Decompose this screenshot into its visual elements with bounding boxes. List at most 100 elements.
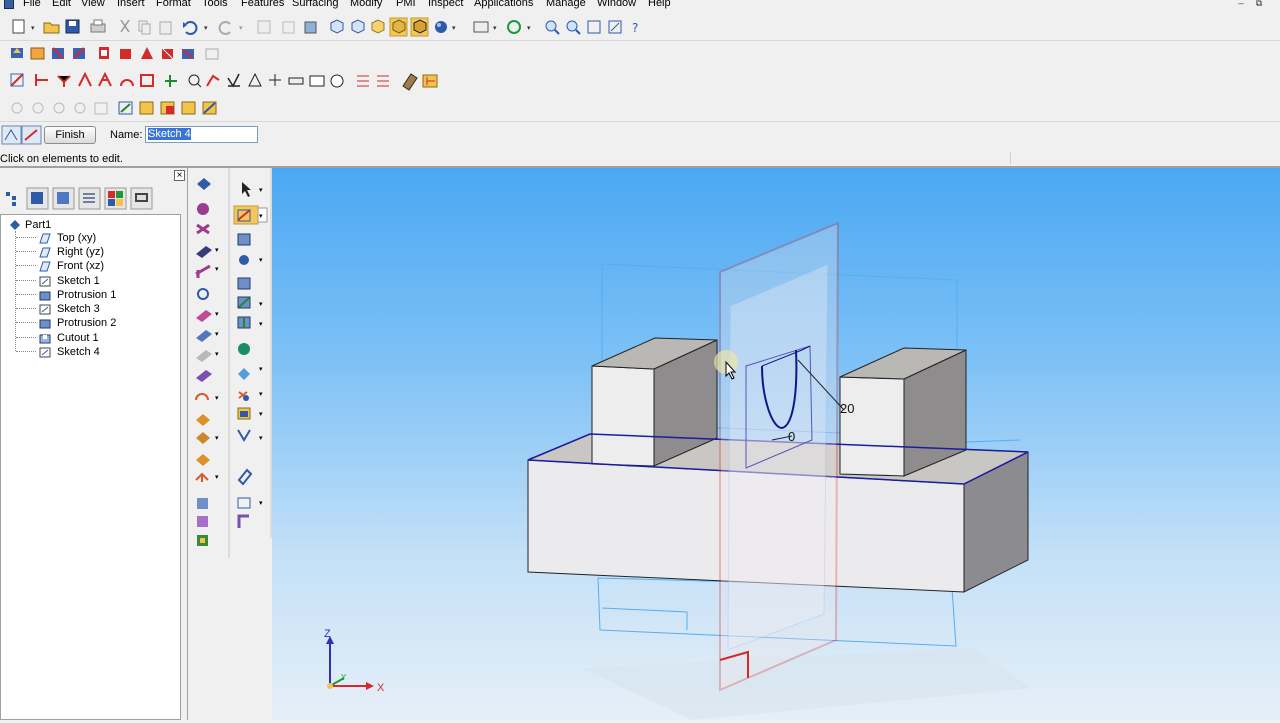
view-orient-1-icon[interactable] <box>330 19 344 34</box>
paste-icon[interactable] <box>159 21 172 35</box>
grid-1-icon[interactable] <box>357 75 369 87</box>
feature-g-icon[interactable] <box>139 101 154 115</box>
relate-6-icon[interactable] <box>140 74 154 87</box>
relate-1-icon[interactable] <box>35 74 48 86</box>
dimension-7-icon[interactable] <box>288 77 304 85</box>
zoom-icon[interactable] <box>566 20 581 35</box>
draw-line-icon[interactable] <box>10 73 24 87</box>
tool-g-icon[interactable] <box>141 47 153 59</box>
dimension-value-20[interactable]: 20 <box>840 401 854 416</box>
dimension-8-icon[interactable] <box>309 75 325 87</box>
dimension-4-icon[interactable] <box>227 73 240 88</box>
coordinate-system-icon[interactable] <box>422 74 438 88</box>
horizontal-icon[interactable] <box>239 255 249 265</box>
part-color-icon[interactable] <box>304 21 317 34</box>
mirror-tool-icon[interactable] <box>196 454 210 466</box>
feature-j-icon[interactable] <box>202 101 217 115</box>
finish-button[interactable]: Finish <box>44 126 96 144</box>
menu-view[interactable]: View <box>81 0 105 9</box>
zoom-fit-icon[interactable] <box>545 20 560 35</box>
whats-this-icon[interactable]: ? <box>632 21 638 35</box>
select-arrow-icon[interactable] <box>242 182 251 197</box>
zoom-area-icon[interactable] <box>282 21 295 34</box>
dimension-1-icon[interactable] <box>165 75 177 87</box>
view-orient-3-icon[interactable] <box>371 19 385 34</box>
feature-b-icon[interactable] <box>32 102 44 114</box>
app-icon[interactable] <box>4 0 14 9</box>
stretch-tool-icon[interactable] <box>197 516 208 527</box>
parallel-icon[interactable] <box>237 296 251 309</box>
tool-a-icon[interactable] <box>11 48 23 58</box>
tool-h-icon[interactable] <box>162 48 174 60</box>
menu-pmi[interactable]: PMI <box>396 0 416 9</box>
angle-icon[interactable] <box>237 514 249 528</box>
menu-modify[interactable]: Modify <box>350 0 382 9</box>
feature-a-icon[interactable] <box>11 102 23 114</box>
relate-4-icon[interactable] <box>98 71 112 87</box>
tool-d-icon[interactable] <box>73 47 85 59</box>
sketch-name-input[interactable]: Sketch 4 <box>145 126 258 143</box>
feature-h-icon[interactable] <box>160 101 175 115</box>
rotate-tool-icon[interactable] <box>195 472 209 482</box>
undo-icon[interactable] <box>183 21 198 35</box>
tool-e-icon[interactable] <box>99 47 109 59</box>
save-icon[interactable] <box>65 19 80 34</box>
model-canvas[interactable]: 20 0 Z X Y <box>272 168 1280 720</box>
menu-format[interactable]: Format <box>156 0 191 9</box>
offset-tool-icon[interactable] <box>196 370 212 382</box>
distance-icon[interactable] <box>237 497 251 509</box>
menu-window[interactable]: Window <box>597 0 636 9</box>
symmetric-icon[interactable] <box>238 391 249 401</box>
pick-a-icon[interactable] <box>197 178 211 190</box>
tool-c-icon[interactable] <box>52 47 64 59</box>
menu-tools[interactable]: Tools <box>202 0 228 9</box>
tool-i-icon[interactable] <box>182 49 194 59</box>
menu-help[interactable]: Help <box>648 0 671 9</box>
open-icon[interactable] <box>43 22 60 34</box>
left-boss-front[interactable] <box>591 365 655 467</box>
view-orient-2-icon[interactable] <box>351 19 365 34</box>
minimize-button[interactable]: – <box>1234 0 1248 8</box>
line-tool-icon[interactable] <box>196 246 212 258</box>
dimension-2-icon[interactable] <box>188 74 202 88</box>
pathfinder-close-button[interactable]: × <box>174 170 185 181</box>
right-boss-front[interactable] <box>839 376 905 477</box>
split-tool-icon[interactable] <box>196 432 210 444</box>
menu-surfacing[interactable]: Surfacing <box>292 0 338 9</box>
pathfinder-tab-icon[interactable] <box>4 190 18 206</box>
project-tool-icon[interactable] <box>197 535 208 546</box>
menu-file[interactable]: File <box>23 0 41 9</box>
feature-e-icon[interactable] <box>94 102 108 115</box>
fillet-tool-icon[interactable] <box>196 330 212 342</box>
menu-manage[interactable]: Manage <box>546 0 586 9</box>
menu-applications[interactable]: Applications <box>474 0 533 9</box>
feature-d-icon[interactable] <box>74 102 86 114</box>
menu-inspect[interactable]: Inspect <box>428 0 463 9</box>
arc-tool-icon[interactable] <box>195 264 211 278</box>
rigid-icon[interactable] <box>237 429 251 442</box>
view-style-icon[interactable] <box>435 21 447 33</box>
redo-icon[interactable] <box>218 21 231 35</box>
relate-2-icon[interactable] <box>57 75 71 87</box>
extend-tool-icon[interactable] <box>196 414 210 426</box>
menu-edit[interactable]: Edit <box>52 0 71 9</box>
eraser-icon[interactable] <box>402 73 418 91</box>
lock-icon[interactable] <box>237 407 251 420</box>
relate-3-icon[interactable] <box>78 71 92 87</box>
relate-5-icon[interactable] <box>120 79 134 87</box>
tree-root-part[interactable]: Part1 <box>25 219 51 231</box>
pan-icon[interactable] <box>608 20 622 34</box>
feature-f-icon[interactable] <box>118 101 133 115</box>
equal-icon[interactable] <box>238 368 250 380</box>
circle-tool-icon[interactable] <box>197 288 209 300</box>
new-icon[interactable] <box>12 19 25 34</box>
curve-tool-icon[interactable] <box>196 310 212 322</box>
vertical-icon[interactable] <box>237 277 251 290</box>
pick-b-icon[interactable] <box>197 203 209 215</box>
tool-j-icon[interactable] <box>205 48 219 60</box>
dimension-3-icon[interactable] <box>206 74 220 87</box>
chamfer-tool-icon[interactable] <box>196 350 212 362</box>
grid-2-icon[interactable] <box>377 75 389 87</box>
select-icon[interactable] <box>257 20 271 34</box>
copy-icon[interactable] <box>138 20 151 35</box>
